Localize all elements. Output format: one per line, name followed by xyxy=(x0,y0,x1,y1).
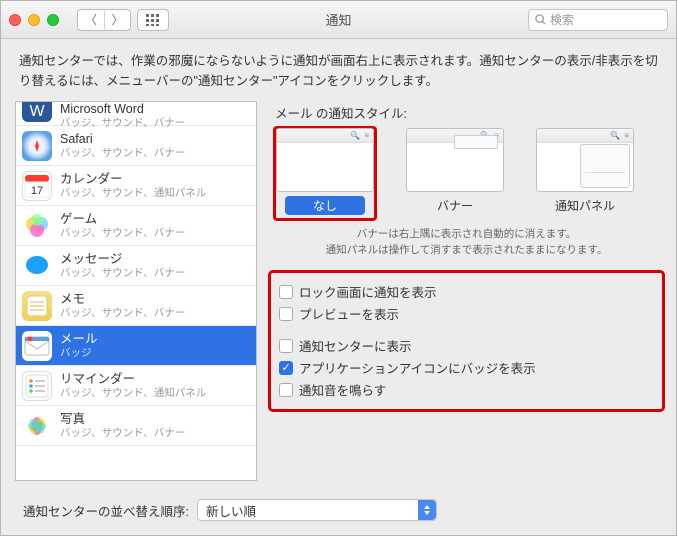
close-button[interactable] xyxy=(9,14,21,26)
search-placeholder: 検索 xyxy=(550,11,574,28)
sidebar-item-word[interactable]: W Microsoft Word バッジ、サウンド、バナー xyxy=(16,102,256,126)
thumb-alert: 🔍≡ xyxy=(536,128,634,192)
sort-order-select[interactable]: 新しい順 xyxy=(197,499,437,521)
checkbox[interactable] xyxy=(279,339,293,353)
sidebar-item-mail[interactable]: メール バッジ xyxy=(16,326,256,366)
sidebar-item-reminders[interactable]: リマインダー バッジ、サウンド、通知パネル xyxy=(16,366,256,406)
word-icon: W xyxy=(22,102,52,122)
traffic-lights xyxy=(9,14,59,26)
sidebar-item-label: ゲーム xyxy=(60,212,185,227)
reminders-icon xyxy=(22,371,52,401)
sidebar-item-sub: バッジ、サウンド、バナー xyxy=(60,427,185,440)
sidebar-item-label: メモ xyxy=(60,292,185,307)
sidebar-item-sub: バッジ、サウンド、通知パネル xyxy=(60,187,206,200)
window-title: 通知 xyxy=(325,10,351,29)
search-icon xyxy=(535,14,546,25)
sidebar-item-photos[interactable]: 写真 バッジ、サウンド、バナー xyxy=(16,406,256,446)
checkbox[interactable] xyxy=(279,307,293,321)
titlebar: 〈 〉 通知 検索 xyxy=(1,1,676,39)
messages-icon xyxy=(22,251,52,281)
sidebar-item-label: Safari xyxy=(60,132,185,147)
sidebar-item-game[interactable]: ゲーム バッジ、サウンド、バナー xyxy=(16,206,256,246)
opt-label: ロック画面に通知を表示 xyxy=(299,282,437,301)
calendar-icon: 17 xyxy=(22,171,52,201)
preferences-window: 〈 〉 通知 検索 通知センターでは、作業の邪魔にならないように通知が画面右上に… xyxy=(0,0,677,536)
sidebar-item-label: メッセージ xyxy=(60,252,185,267)
sidebar-item-sub: バッジ、サウンド、バナー xyxy=(60,227,185,240)
sidebar-item-label: メール xyxy=(60,332,98,347)
checkbox[interactable]: ✓ xyxy=(279,361,293,375)
alert-style-label: メール の通知スタイル: xyxy=(275,103,662,122)
main-content: W Microsoft Word バッジ、サウンド、バナー Safari バッジ… xyxy=(1,101,676,489)
mail-icon xyxy=(22,331,52,361)
alert-style-alert[interactable]: 🔍≡ 通知パネル xyxy=(535,128,635,219)
sidebar-item-calendar[interactable]: 17 カレンダー バッジ、サウンド、通知パネル xyxy=(16,166,256,206)
sort-value: 新しい順 xyxy=(206,501,256,520)
safari-icon xyxy=(22,131,52,161)
zoom-button[interactable] xyxy=(47,14,59,26)
forward-button[interactable]: 〉 xyxy=(104,10,130,30)
sidebar-item-label: Microsoft Word xyxy=(60,102,185,117)
style-label-banner: バナー xyxy=(415,196,495,215)
sidebar-item-sub: バッジ、サウンド、バナー xyxy=(60,147,185,160)
checkbox[interactable] xyxy=(279,383,293,397)
notification-settings: メール の通知スタイル: 🔍≡ なし 🔍≡ バナー xyxy=(271,101,662,481)
back-button[interactable]: 〈 xyxy=(78,10,104,30)
sidebar-item-sub: バッジ xyxy=(60,347,98,360)
hint-text: バナーは右上隅に表示され自動的に消えます。 通知パネルは操作して消すまで表示され… xyxy=(271,227,662,259)
sidebar-item-sub: バッジ、サウンド、通知パネル xyxy=(60,387,206,400)
gamecenter-icon xyxy=(22,211,52,241)
search-input[interactable]: 検索 xyxy=(528,9,668,31)
sidebar-item-label: カレンダー xyxy=(60,172,206,187)
sidebar-item-sub: バッジ、サウンド、バナー xyxy=(60,307,185,320)
minimize-button[interactable] xyxy=(28,14,40,26)
style-label-alert: 通知パネル xyxy=(545,196,625,215)
notes-icon xyxy=(22,291,52,321)
checkbox[interactable] xyxy=(279,285,293,299)
alert-style-none[interactable]: 🔍≡ なし xyxy=(275,128,375,219)
opt-label: プレビューを表示 xyxy=(299,304,399,323)
opt-preview[interactable]: プレビューを表示 xyxy=(279,303,654,325)
sidebar-item-sub: バッジ、サウンド、バナー xyxy=(60,267,185,280)
photos-icon xyxy=(22,411,52,441)
show-all-button[interactable] xyxy=(137,9,169,31)
nav-buttons: 〈 〉 xyxy=(77,9,169,31)
opt-notification-center[interactable]: 通知センターに表示 xyxy=(279,335,654,357)
chevron-updown-icon xyxy=(418,500,436,520)
opt-badge[interactable]: ✓ アプリケーションアイコンにバッジを表示 xyxy=(279,357,654,379)
opt-sound[interactable]: 通知音を鳴らす xyxy=(279,379,654,401)
sidebar-item-notes[interactable]: メモ バッジ、サウンド、バナー xyxy=(16,286,256,326)
thumb-banner: 🔍≡ xyxy=(406,128,504,192)
sidebar-item-messages[interactable]: メッセージ バッジ、サウンド、バナー xyxy=(16,246,256,286)
sidebar-item-label: リマインダー xyxy=(60,372,206,387)
back-forward[interactable]: 〈 〉 xyxy=(77,9,131,31)
sidebar-item-label: 写真 xyxy=(60,412,185,427)
footer: 通知センターの並べ替え順序: 新しい順 xyxy=(1,489,676,535)
opt-label: アプリケーションアイコンにバッジを表示 xyxy=(299,358,536,377)
opt-label: 通知センターに表示 xyxy=(299,336,412,355)
app-list[interactable]: W Microsoft Word バッジ、サウンド、バナー Safari バッジ… xyxy=(15,101,257,481)
sidebar-item-safari[interactable]: Safari バッジ、サウンド、バナー xyxy=(16,126,256,166)
sort-label: 通知センターの並べ替え順序: xyxy=(23,501,189,520)
svg-text:17: 17 xyxy=(31,185,43,197)
alert-style-options: 🔍≡ なし 🔍≡ バナー 🔍≡ 通知パネル xyxy=(275,128,662,219)
style-label-none: なし xyxy=(285,196,365,215)
options-box: ロック画面に通知を表示 プレビューを表示 通知センターに表示 ✓ アプリケーショ… xyxy=(271,273,662,409)
description-text: 通知センターでは、作業の邪魔にならないように通知が画面右上に表示されます。通知セ… xyxy=(1,39,676,101)
alert-style-banner[interactable]: 🔍≡ バナー xyxy=(405,128,505,219)
sidebar-item-sub: バッジ、サウンド、バナー xyxy=(60,117,185,130)
opt-lockscreen[interactable]: ロック画面に通知を表示 xyxy=(279,281,654,303)
thumb-none: 🔍≡ xyxy=(276,128,374,192)
opt-label: 通知音を鳴らす xyxy=(299,380,386,399)
